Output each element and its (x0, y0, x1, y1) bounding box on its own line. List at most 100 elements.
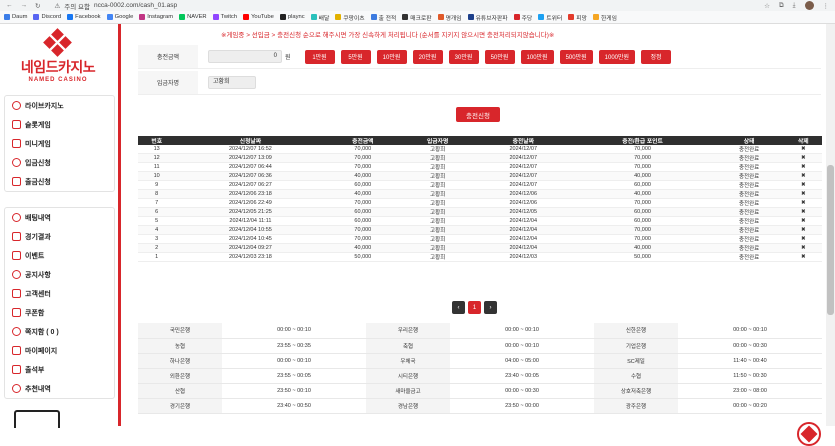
sidebar-item[interactable]: 입금신청 (5, 153, 114, 172)
amount-preset-button[interactable]: 정정 (641, 49, 672, 64)
delete-icon[interactable]: ✖ (784, 225, 822, 235)
table-cell: 60,000 (325, 180, 401, 190)
bookmark-item[interactable]: 배달 (310, 13, 330, 22)
next-page-button[interactable]: › (484, 301, 497, 314)
amount-input[interactable]: 0 (208, 50, 282, 63)
address-bar[interactable]: ⚠ 주의 요함 ncca-0002.com/cash_01.asp (54, 1, 764, 11)
amount-preset-button[interactable]: 5만원 (340, 49, 371, 64)
table-cell: 12 (138, 153, 176, 163)
url-text[interactable]: ncca-0002.com/cash_01.asp (94, 2, 177, 9)
sidebar-item[interactable]: 쪽지함 ( 0 ) (5, 322, 114, 341)
delete-icon[interactable]: ✖ (784, 198, 822, 208)
bookmark-favicon-icon (370, 14, 377, 20)
amount-preset-button[interactable]: 1만원 (304, 49, 335, 64)
bookmark-item[interactable]: NAVER (179, 14, 207, 20)
table-row: 9 2024/12/07 06:27 60,000 고황희 2024/12/07 60,0… (138, 180, 822, 190)
download-icon[interactable]: ⤓ (793, 2, 796, 10)
forward-icon[interactable]: → (21, 2, 28, 10)
delete-icon[interactable]: ✖ (784, 207, 822, 217)
bookmark-item[interactable]: YouTube (243, 14, 274, 20)
amount-preset-button[interactable]: 20만원 (412, 49, 443, 64)
extensions-icon[interactable]: ⧉ (779, 2, 784, 10)
delete-icon[interactable]: ✖ (784, 234, 822, 244)
star-icon[interactable]: ☆ (764, 2, 770, 10)
page-button-current[interactable]: 1 (468, 301, 481, 314)
amount-preset-button[interactable]: 1000만원 (598, 49, 636, 64)
bookmark-item[interactable]: 주당 (513, 13, 532, 22)
delete-icon[interactable]: ✖ (784, 216, 822, 226)
delete-icon[interactable]: ✖ (784, 145, 822, 154)
table-cell: 2024/12/05 21:25 (175, 207, 326, 217)
table-cell: 2024/12/06 22:49 (175, 198, 326, 208)
table-cell: 60,000 (325, 207, 401, 217)
table-cell: 2024/12/06 23:18 (175, 189, 326, 199)
bookmark-item[interactable]: 명개임 (437, 13, 462, 22)
delete-icon[interactable]: ✖ (784, 180, 822, 190)
submit-deposit-button[interactable]: 충전신청 (456, 107, 500, 122)
bookmark-item[interactable]: 매크로판 (402, 13, 432, 22)
table-cell: 2024/12/04 (475, 216, 572, 226)
bookmark-item[interactable]: 쿠팡이츠 (335, 13, 365, 22)
bookmark-item[interactable]: 피망 (568, 13, 587, 22)
sidebar-item[interactable]: 경기결과 (5, 227, 114, 246)
table-row: 10 2024/12/07 06:36 40,000 고황희 2024/12/07 40,… (138, 171, 822, 181)
delete-icon[interactable]: ✖ (784, 252, 822, 262)
delete-icon[interactable]: ✖ (784, 243, 822, 253)
sidebar-item[interactable]: 슬롯게임 (5, 115, 114, 134)
amount-preset-button[interactable]: 500만원 (559, 49, 593, 64)
sidebar-item[interactable]: 출석부 (5, 360, 114, 379)
sidebar-banner[interactable] (14, 410, 60, 428)
bookmark-favicon-icon (33, 14, 40, 20)
bookmark-item[interactable]: 출 전적 (370, 13, 396, 22)
delete-icon[interactable]: ✖ (784, 162, 822, 172)
table-cell: 70,000 (325, 234, 401, 244)
bookmark-item[interactable]: 트위터 (538, 13, 562, 22)
bookmark-item[interactable]: 유튜브자판파 (467, 13, 508, 22)
sidebar-item[interactable]: 쿠폰함 (5, 303, 114, 322)
sidebar-item[interactable]: 고객센터 (5, 284, 114, 303)
sidebar-item[interactable]: 마이페이지 (5, 341, 114, 360)
bookmark-item[interactable]: 한게임 (592, 13, 617, 22)
reload-icon[interactable]: ↻ (35, 2, 40, 10)
bookmark-label: 배달 (318, 15, 330, 22)
table-cell: 70,000 (571, 162, 714, 172)
back-icon[interactable]: ← (6, 2, 13, 10)
table-cell: 40,000 (571, 189, 714, 199)
menu-icon[interactable]: ⋮ (823, 2, 830, 10)
profile-avatar[interactable] (804, 1, 814, 10)
bookmark-item[interactable]: plaync (279, 14, 305, 20)
table-cell: 40,000 (325, 189, 401, 199)
prev-page-button[interactable]: ‹ (452, 301, 465, 314)
amount-preset-button[interactable]: 10만원 (376, 49, 407, 64)
bookmark-favicon-icon (179, 14, 186, 20)
depositor-input[interactable]: 고황희 (208, 76, 256, 89)
delete-icon[interactable]: ✖ (784, 171, 822, 181)
bookmark-item[interactable]: Discord (33, 14, 61, 20)
amount-preset-button[interactable]: 100만원 (520, 49, 554, 64)
sidebar-item[interactable]: 라이브카지노 (5, 96, 114, 115)
sidebar-item[interactable]: 추천내역 (5, 379, 114, 398)
page-scrollbar[interactable] (826, 24, 835, 426)
delete-icon[interactable]: ✖ (784, 189, 822, 199)
bank-maintenance-time: 23:55 ~ 00:05 (222, 368, 366, 384)
bookmark-item[interactable]: Facebook (67, 14, 101, 20)
sidebar-item[interactable]: 미니게임 (5, 134, 114, 153)
bookmark-item[interactable]: Twitch (212, 14, 237, 20)
site-logo[interactable]: 네임드카지노 NAMED CASINO (8, 28, 108, 92)
bookmark-item[interactable]: Google (106, 14, 133, 20)
sidebar-item[interactable]: 배팅내역 (5, 208, 114, 227)
bank-maintenance-time: 00:00 ~ 00:20 (678, 398, 822, 414)
scrollbar-thumb[interactable] (827, 165, 834, 315)
bookmark-favicon-icon (568, 14, 575, 20)
bookmark-item[interactable]: Daum (4, 14, 27, 20)
sidebar-item[interactable]: 공지사항 (5, 265, 114, 284)
bank-maintenance-time: 23:50 ~ 00:10 (222, 383, 366, 399)
table-cell: 70,000 (325, 225, 401, 235)
sidebar-item[interactable]: 이벤트 (5, 246, 114, 265)
delete-icon[interactable]: ✖ (784, 153, 822, 163)
amount-preset-button[interactable]: 30만원 (448, 49, 479, 64)
amount-preset-button[interactable]: 50만원 (484, 49, 515, 64)
bookmark-favicon-icon (335, 14, 342, 20)
bookmark-item[interactable]: Instagram (139, 14, 173, 20)
sidebar-item[interactable]: 출금신청 (5, 172, 114, 191)
